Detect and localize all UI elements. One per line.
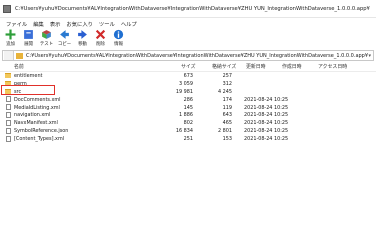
menu-help[interactable]: ヘルプ (121, 20, 137, 28)
test-label: テスト (39, 42, 54, 47)
folder-icon (5, 73, 11, 78)
column-date[interactable]: 更新日時 (246, 63, 266, 70)
file-packed-size: 643 (222, 112, 232, 119)
column-created[interactable]: 作成日時 (282, 63, 302, 70)
file-packed-size: 119 (222, 104, 232, 111)
list-item[interactable]: NavxManifest.xml 802 465 2021-08-24 10:2… (0, 119, 376, 127)
menu-bar: ファイル 編集 表示 お気に入り ツール ヘルプ (0, 18, 376, 29)
app-icon (3, 4, 11, 13)
file-date: 2021-08-24 10:25 (244, 112, 289, 119)
file-icon (5, 104, 11, 111)
file-date: 2021-08-24 10:25 (244, 96, 289, 103)
file-list: entitlement 673 257 perm 3 059 312 src 1… (0, 72, 376, 143)
list-item[interactable]: MediaIdListing.xml 145 119 2021-08-24 10… (0, 104, 376, 112)
info-label: 情報 (114, 42, 123, 47)
add-button[interactable]: 追加 (3, 29, 18, 49)
menu-favorites[interactable]: お気に入り (66, 20, 93, 28)
list-item[interactable]: DocComments.xml 286 174 2021-08-24 10:25 (0, 96, 376, 104)
move-icon (78, 30, 87, 39)
file-size: 145 (183, 104, 193, 111)
file-name: DocComments.xml (14, 96, 61, 103)
file-name: SymbolReference.json (14, 128, 69, 135)
file-size: 251 (183, 136, 193, 143)
file-name: perm (14, 80, 27, 87)
delete-button[interactable]: 削除 (93, 29, 108, 49)
archive-icon (16, 52, 23, 59)
folder-icon (5, 88, 11, 94)
extract-icon (24, 30, 33, 39)
path-bar[interactable]: C:¥Users¥yuhu¥Documents¥AL¥IntegrationWi… (2, 50, 374, 61)
delete-label: 削除 (96, 42, 105, 47)
copy-label: コピー (57, 42, 72, 47)
file-packed-size: 257 (222, 72, 232, 79)
move-button[interactable]: 移動 (75, 29, 90, 49)
list-item[interactable]: SymbolReference.json 16 834 2 801 2021-0… (0, 127, 376, 135)
chevron-down-icon[interactable]: ▾ (368, 53, 371, 59)
file-name: entitlement (14, 72, 43, 79)
move-label: 移動 (78, 42, 87, 47)
list-item[interactable]: entitlement 673 257 (0, 72, 376, 80)
list-item[interactable]: navigation.xml 1 886 643 2021-08-24 10:2… (0, 111, 376, 119)
file-size: 802 (183, 120, 193, 127)
info-button[interactable]: 情報 (111, 29, 126, 49)
file-packed-size: 2 801 (217, 128, 232, 135)
add-icon (5, 29, 16, 40)
copy-icon (60, 30, 69, 39)
column-packed[interactable]: 格納サイズ (212, 63, 236, 70)
file-packed-size: 4 245 (217, 88, 232, 95)
column-header: 名前 サイズ 格納サイズ 更新日時 作成日時 アクセス日時 (0, 62, 376, 72)
test-button[interactable]: テスト (39, 29, 54, 49)
path-text: C:¥Users¥yuhu¥Documents¥AL¥IntegrationWi… (26, 52, 369, 59)
list-item[interactable]: [Content_Types].xml 251 153 2021-08-24 1… (0, 135, 376, 143)
file-size: 1 886 (178, 112, 193, 119)
extract-button[interactable]: 展開 (21, 29, 36, 49)
folder-icon (5, 80, 11, 86)
column-name[interactable]: 名前 (14, 63, 24, 70)
file-size: 16 834 (175, 128, 193, 135)
file-packed-size: 174 (222, 96, 232, 103)
file-packed-size: 465 (222, 120, 232, 127)
file-size: 19 981 (175, 88, 193, 95)
file-date: 2021-08-24 10:25 (244, 104, 289, 111)
file-name: NavxManifest.xml (14, 120, 58, 127)
delete-icon (95, 29, 106, 40)
file-packed-size: 153 (222, 136, 232, 143)
menu-tools[interactable]: ツール (99, 20, 115, 28)
file-icon (5, 128, 11, 135)
file-name: MediaIdListing.xml (14, 104, 60, 111)
file-size: 286 (183, 96, 193, 103)
info-icon (113, 29, 124, 40)
toolbar: 追加 展開 テスト コピー 移動 削除 情報 (0, 29, 376, 49)
file-date: 2021-08-24 10:25 (244, 136, 289, 143)
title-bar: C:¥Users¥yuhu¥Documents¥AL¥IntegrationWi… (0, 0, 376, 18)
file-size: 3 059 (178, 80, 193, 87)
test-icon (42, 30, 51, 39)
file-icon (5, 96, 11, 103)
column-size[interactable]: サイズ (181, 63, 196, 70)
copy-button[interactable]: コピー (57, 29, 72, 49)
file-icon (5, 112, 11, 119)
column-accessed[interactable]: アクセス日時 (318, 63, 347, 70)
file-icon (5, 135, 11, 142)
add-label: 追加 (6, 42, 15, 47)
menu-edit[interactable]: 編集 (33, 20, 44, 28)
list-item[interactable]: src 19 981 4 245 (0, 88, 376, 96)
file-name: [Content_Types].xml (14, 136, 65, 143)
file-icon (5, 120, 11, 127)
up-folder-button[interactable] (4, 51, 14, 60)
file-size: 673 (183, 72, 193, 79)
menu-view[interactable]: 表示 (50, 20, 61, 28)
file-name: navigation.xml (14, 112, 51, 119)
menu-file[interactable]: ファイル (6, 20, 27, 28)
window-title: C:¥Users¥yuhu¥Documents¥AL¥IntegrationWi… (15, 5, 370, 12)
file-packed-size: 312 (222, 80, 232, 87)
extract-label: 展開 (24, 42, 33, 47)
file-name: src (14, 88, 22, 95)
file-date: 2021-08-24 10:25 (244, 120, 289, 127)
file-date: 2021-08-24 10:25 (244, 128, 289, 135)
list-item[interactable]: perm 3 059 312 (0, 80, 376, 88)
